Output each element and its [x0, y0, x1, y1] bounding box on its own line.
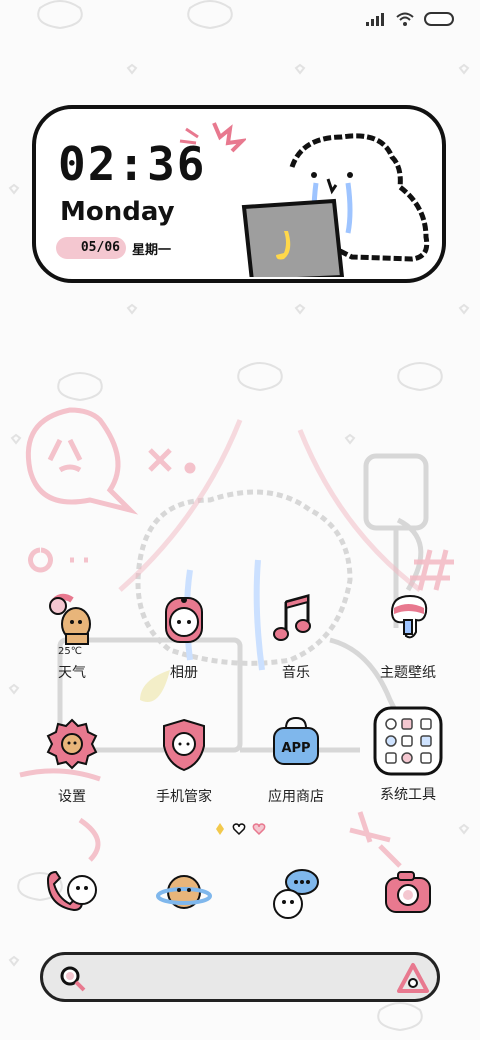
app-store-label: 应用商店	[268, 789, 324, 805]
clock-date: 05/06	[56, 237, 126, 259]
app-weather[interactable]: 天气	[22, 592, 122, 682]
gallery-icon	[156, 592, 212, 648]
page-dot-heart-icon	[232, 823, 246, 836]
browser-planet-icon	[156, 875, 212, 909]
page-dot-current-icon	[216, 823, 224, 835]
app-store[interactable]: APP 应用商店	[246, 716, 346, 806]
security-icon	[156, 716, 212, 772]
clock-weekday: 星期一	[132, 243, 172, 258]
signal-icon	[366, 13, 384, 26]
dog-laptop-illustration	[241, 133, 430, 277]
app-system-tools-folder[interactable]: 系统工具	[358, 706, 458, 804]
search-bar[interactable]	[40, 952, 440, 1002]
theme-icon	[380, 592, 436, 648]
app-gallery[interactable]: 相册	[134, 592, 234, 682]
dock-browser[interactable]	[154, 866, 214, 922]
app-security[interactable]: 手机管家	[134, 716, 234, 806]
dock-messages[interactable]	[266, 866, 326, 922]
app-music-label: 音乐	[282, 665, 310, 681]
app-theme[interactable]: 主题壁纸	[358, 592, 458, 682]
messages-icon	[273, 869, 319, 919]
camera-icon	[385, 871, 431, 913]
app-security-label: 手机管家	[156, 789, 212, 805]
app-theme-label: 主题壁纸	[380, 665, 436, 681]
assistant-icon[interactable]	[393, 961, 433, 999]
app-gallery-label: 相册	[170, 665, 198, 681]
clock-widget[interactable]: 02:36 Monday 05/06 星期一	[32, 105, 446, 283]
weather-icon	[44, 592, 100, 648]
battery-icon	[424, 12, 454, 26]
music-icon	[268, 592, 324, 648]
app-system-tools-label: 系统工具	[380, 787, 436, 803]
weather-temperature: 25℃	[58, 646, 82, 657]
app-weather-label: 天气	[58, 665, 86, 681]
system-tools-folder-icon	[373, 706, 443, 776]
wifi-icon	[396, 12, 414, 26]
dock-phone[interactable]	[42, 866, 102, 922]
status-bar	[366, 8, 454, 30]
app-store-icon: APP	[268, 716, 324, 772]
app-store-badge: APP	[281, 741, 310, 756]
clock-day: Monday	[60, 197, 175, 227]
dock-camera[interactable]	[378, 866, 438, 922]
page-indicator[interactable]	[0, 822, 480, 836]
phone-icon	[46, 870, 97, 912]
page-dot-heart-icon	[252, 823, 266, 836]
app-settings[interactable]: 设置	[22, 716, 122, 806]
app-music[interactable]: 音乐	[246, 592, 346, 682]
search-icon	[60, 966, 86, 992]
app-settings-label: 设置	[58, 789, 86, 805]
settings-icon	[44, 716, 100, 772]
